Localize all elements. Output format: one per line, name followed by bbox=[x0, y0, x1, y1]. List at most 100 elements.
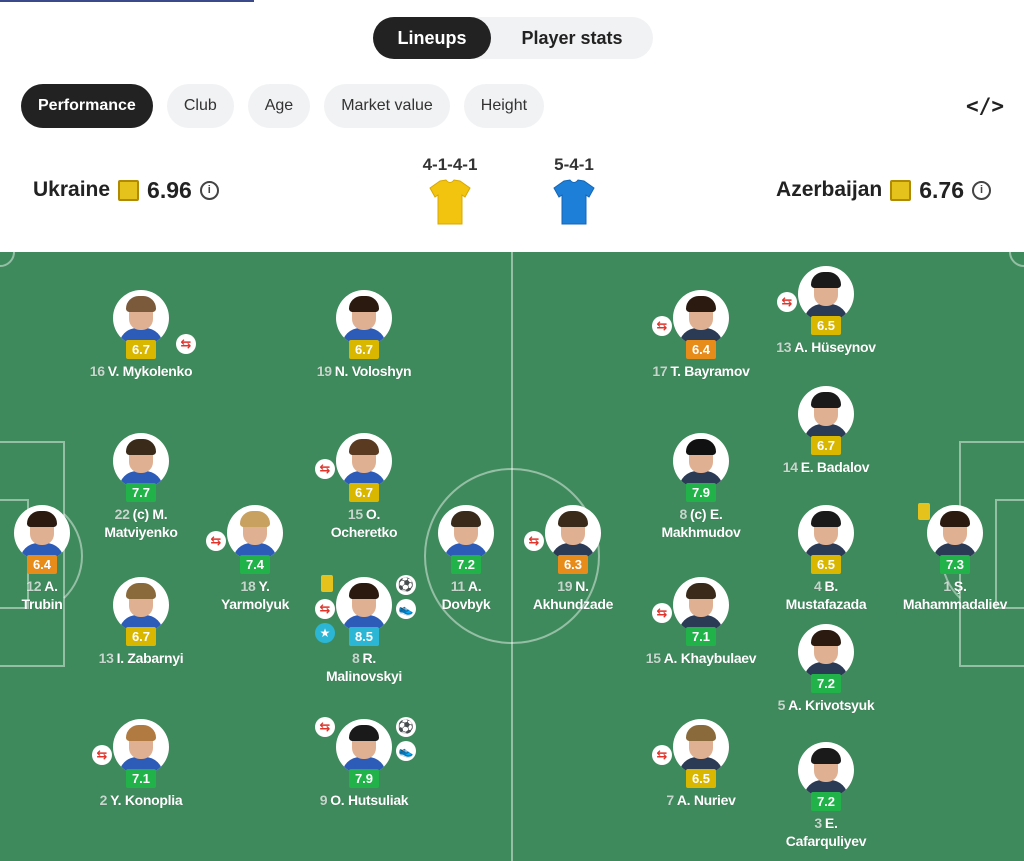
player-rating: 8.5 bbox=[349, 627, 379, 646]
home-info-icon[interactable]: i bbox=[199, 180, 219, 200]
player-avatar[interactable] bbox=[227, 505, 283, 561]
player-avatar[interactable] bbox=[336, 433, 392, 489]
player-rating: 7.2 bbox=[451, 555, 481, 574]
player-name: 14 E. Badalov bbox=[751, 458, 901, 476]
player-number: 14 bbox=[782, 459, 798, 475]
player-avatar[interactable] bbox=[336, 719, 392, 775]
player-rating: 7.1 bbox=[686, 627, 716, 646]
pitch: 6.7 16 V. Mykolenko ⇆ 6.7 19 N. Voloshyn 7.7 22(… bbox=[0, 252, 1024, 861]
player-name-line2: Ocheretko bbox=[330, 524, 398, 540]
away-rating-badge-icon bbox=[890, 179, 912, 201]
player-avatar[interactable] bbox=[798, 386, 854, 442]
player-avatar[interactable] bbox=[14, 505, 70, 561]
tab-lineups[interactable]: Lineups bbox=[373, 17, 491, 59]
player-number: 3 bbox=[814, 815, 822, 831]
player-name-line2: Yarmolyuk bbox=[220, 596, 290, 612]
player-avatar[interactable] bbox=[113, 719, 169, 775]
chip-market-value[interactable]: Market value bbox=[324, 84, 450, 128]
embed-code-icon[interactable]: </> bbox=[966, 92, 1004, 120]
player-rating: 6.3 bbox=[558, 555, 588, 574]
chip-performance[interactable]: Performance bbox=[21, 84, 153, 128]
player-number: 8 bbox=[679, 506, 688, 522]
player-name: 13 I. Zabarnyi bbox=[66, 649, 216, 667]
player-avatar[interactable] bbox=[673, 290, 729, 346]
away-info-icon[interactable]: i bbox=[972, 180, 991, 200]
player-name-line2: Akhundzade bbox=[532, 596, 614, 612]
player-name-line1: N. bbox=[575, 578, 589, 594]
player-number: 2 bbox=[99, 792, 108, 808]
player-avatar[interactable] bbox=[336, 577, 392, 633]
player-name-line2: Makhmudov bbox=[661, 524, 741, 540]
goal-icon: ⚽ bbox=[396, 717, 416, 737]
tab-player-stats[interactable]: Player stats bbox=[491, 17, 653, 59]
player-name: 9 O. Hutsuliak bbox=[289, 791, 439, 809]
player-rating: 6.5 bbox=[811, 316, 841, 335]
player-name: 15 O. Ocheretko bbox=[289, 505, 439, 541]
player-of-match-star-icon: ★ bbox=[315, 623, 335, 643]
player-rating: 7.9 bbox=[349, 769, 379, 788]
yellow-card-icon bbox=[321, 575, 333, 592]
player-rating: 6.4 bbox=[686, 340, 716, 359]
player-avatar[interactable] bbox=[113, 290, 169, 346]
away-team-header: Azerbaijan 6.76 i bbox=[776, 174, 991, 206]
player-name-line2: Malinovskyi bbox=[325, 668, 403, 684]
player-number: 11 bbox=[450, 578, 466, 594]
player-number: 18 bbox=[240, 578, 256, 594]
player-avatar[interactable] bbox=[336, 290, 392, 346]
player-name-line1: I. Zabarnyi bbox=[116, 650, 184, 666]
player-rating: 6.5 bbox=[811, 555, 841, 574]
chip-club[interactable]: Club bbox=[166, 84, 234, 128]
player-number: 19 bbox=[316, 363, 332, 379]
player-avatar[interactable] bbox=[113, 577, 169, 633]
player-name-line2: Cafarquliyev bbox=[785, 833, 867, 849]
player-avatar[interactable] bbox=[438, 505, 494, 561]
assist-boot-icon: 👟 bbox=[396, 741, 416, 761]
player-avatar[interactable] bbox=[798, 624, 854, 680]
substitution-icon: ⇆ bbox=[652, 316, 672, 336]
chip-height[interactable]: Height bbox=[463, 84, 545, 128]
player-name: 3 E. Cafarquliyev bbox=[751, 814, 901, 850]
player-number: 4 bbox=[814, 578, 822, 594]
player-avatar[interactable] bbox=[113, 433, 169, 489]
player-name: 5 A. Krivotsyuk bbox=[751, 696, 901, 714]
home-jersey-icon bbox=[429, 179, 471, 225]
player-avatar[interactable] bbox=[798, 266, 854, 322]
player-name-line2: Trubin bbox=[21, 596, 63, 612]
player-name: 4 B. Mustafazada bbox=[751, 577, 901, 613]
substitution-icon: ⇆ bbox=[652, 603, 672, 623]
substitution-icon: ⇆ bbox=[315, 717, 335, 737]
chip-age[interactable]: Age bbox=[247, 84, 311, 128]
player-rating: 6.7 bbox=[811, 436, 841, 455]
substitution-icon: ⇆ bbox=[206, 531, 226, 551]
player-name-line2: Mahammadaliev bbox=[902, 596, 1008, 612]
player-rating: 7.3 bbox=[940, 555, 970, 574]
player-name: 2 Y. Konoplia bbox=[66, 791, 216, 809]
player-name-line1: A. Hüseynov bbox=[794, 339, 876, 355]
player-number: 1 bbox=[943, 578, 951, 594]
player-avatar[interactable] bbox=[673, 433, 729, 489]
away-team-rating: 6.76 bbox=[919, 176, 964, 203]
player-avatar[interactable] bbox=[798, 505, 854, 561]
player-rating: 6.7 bbox=[349, 340, 379, 359]
player-number: 12 bbox=[26, 578, 42, 594]
player-rating: 6.5 bbox=[686, 769, 716, 788]
player-name: 13 A. Hüseynov bbox=[751, 338, 901, 356]
home-rating-badge-icon bbox=[118, 179, 140, 201]
player-avatar[interactable] bbox=[927, 505, 983, 561]
player-avatar[interactable] bbox=[673, 719, 729, 775]
substitution-icon: ⇆ bbox=[652, 745, 672, 765]
player-avatar[interactable] bbox=[798, 742, 854, 798]
player-rating: 7.2 bbox=[811, 792, 841, 811]
player-name-line1: A. Nuriev bbox=[676, 792, 736, 808]
substitution-icon: ⇆ bbox=[315, 459, 335, 479]
player-name-line1: Ş. bbox=[953, 578, 967, 594]
player-name-line1: N. Voloshyn bbox=[334, 363, 412, 379]
player-number: 5 bbox=[777, 697, 786, 713]
player-name-line1: O. bbox=[365, 506, 381, 522]
player-avatar[interactable] bbox=[673, 577, 729, 633]
player-number: 15 bbox=[645, 650, 661, 666]
player-name-line1: (c) M. bbox=[132, 506, 168, 522]
player-avatar[interactable] bbox=[545, 505, 601, 561]
assist-boot-icon: 👟 bbox=[396, 599, 416, 619]
substitution-icon: ⇆ bbox=[176, 334, 196, 354]
